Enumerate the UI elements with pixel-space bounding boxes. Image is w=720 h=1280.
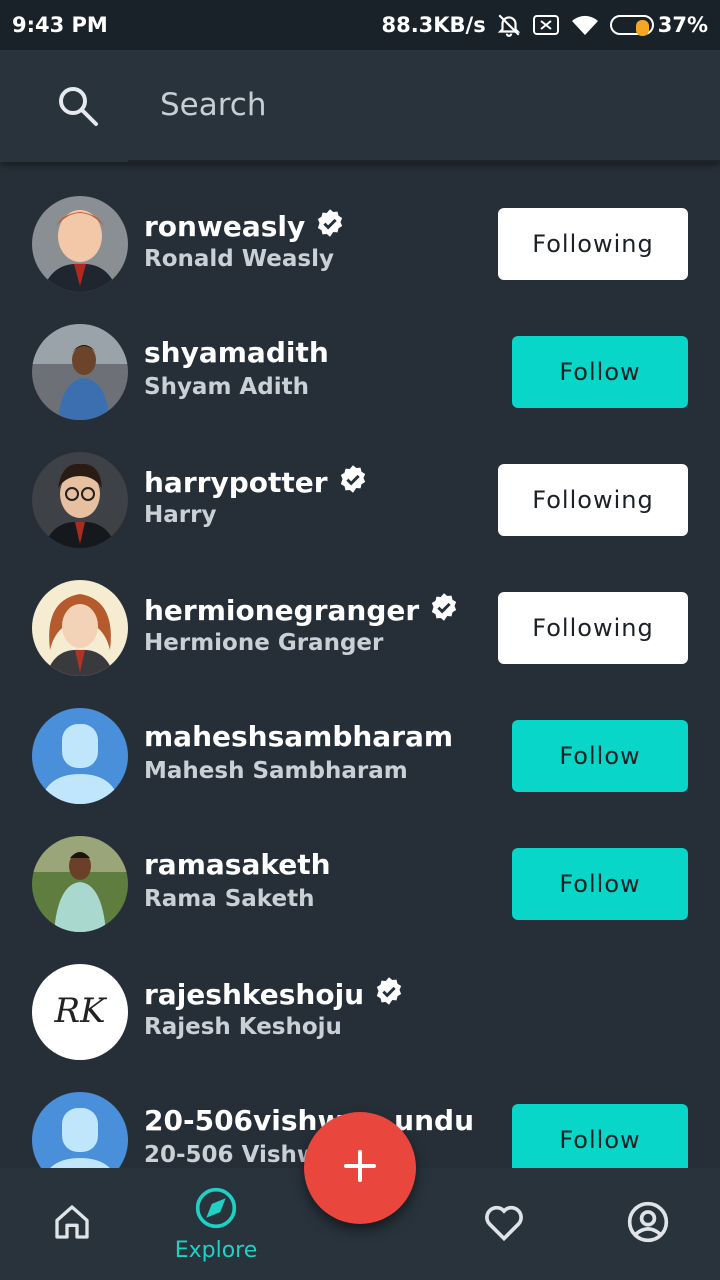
search-input[interactable]	[128, 50, 720, 162]
verified-badge-icon	[429, 592, 459, 629]
svg-text:RK: RK	[54, 991, 109, 1031]
follow-button[interactable]: Follow	[512, 848, 688, 920]
full-name: Harry	[144, 502, 217, 528]
list-item[interactable]: shyamadith Shyam Adith Follow	[0, 292, 720, 420]
list-item[interactable]: maheshsambharam Mahesh Sambharam Follow	[0, 676, 720, 804]
list-item[interactable]: RK rajeshkeshoju Rajesh Keshoju	[0, 932, 720, 1060]
list-item[interactable]: ronweasly Ronald Weasly Following	[0, 164, 720, 292]
nav-explore-label: Explore	[174, 1237, 258, 1263]
logo-avatar[interactable]: RK	[32, 964, 128, 1060]
compass-icon	[194, 1186, 238, 1234]
list-item[interactable]: ramasaketh Rama Saketh Follow	[0, 804, 720, 932]
username: 20-506vishwa...undu	[144, 1104, 474, 1137]
nav-home[interactable]	[0, 1168, 144, 1280]
status-icons: 88.3KB/s 37%	[381, 12, 708, 38]
username: ramasaketh	[144, 848, 331, 881]
username: rajeshkeshoju	[144, 976, 404, 1013]
following-button[interactable]: Following	[498, 208, 688, 280]
verified-badge-icon	[338, 464, 368, 501]
username: hermionegranger	[144, 592, 459, 629]
avatar[interactable]	[32, 324, 128, 420]
list-item[interactable]: harrypotter Harry Following	[0, 420, 720, 548]
bell-muted-icon	[496, 12, 522, 38]
default-avatar-icon[interactable]	[32, 1092, 128, 1168]
follow-button[interactable]: Follow	[512, 336, 688, 408]
default-avatar-icon[interactable]	[32, 708, 128, 804]
avatar[interactable]	[32, 452, 128, 548]
avatar[interactable]	[32, 836, 128, 932]
nav-profile[interactable]	[576, 1168, 720, 1280]
nav-explore[interactable]: Explore	[144, 1168, 288, 1280]
following-button[interactable]: Following	[498, 592, 688, 664]
full-name: Shyam Adith	[144, 374, 309, 400]
add-button[interactable]	[304, 1112, 416, 1224]
full-name: Mahesh Sambharam	[144, 758, 408, 784]
plus-icon	[342, 1148, 378, 1188]
following-button[interactable]: Following	[498, 464, 688, 536]
full-name: Hermione Granger	[144, 630, 384, 656]
battery-percent: 37%	[657, 13, 708, 37]
profile-icon	[626, 1200, 670, 1248]
full-name: Rama Saketh	[144, 886, 315, 912]
home-icon	[52, 1202, 92, 1246]
no-sim-icon	[532, 13, 560, 37]
username: maheshsambharam	[144, 720, 454, 753]
full-name: Rajesh Keshoju	[144, 1014, 342, 1040]
battery-icon: 37%	[609, 13, 708, 37]
avatar[interactable]	[32, 580, 128, 676]
username: ronweasly	[144, 208, 345, 245]
verified-badge-icon	[374, 976, 404, 1013]
heart-icon	[482, 1200, 526, 1248]
search-bar	[0, 50, 720, 162]
status-bar: 9:43 PM 88.3KB/s 37%	[0, 0, 720, 50]
user-list: ronweasly Ronald Weasly Following shyama…	[0, 164, 720, 1168]
verified-badge-icon	[315, 208, 345, 245]
network-speed: 88.3KB/s	[381, 13, 486, 37]
wifi-icon	[570, 13, 600, 37]
list-item[interactable]: hermionegranger Hermione Granger Followi…	[0, 548, 720, 676]
nav-likes[interactable]	[432, 1168, 576, 1280]
avatar[interactable]	[32, 196, 128, 292]
status-time: 9:43 PM	[12, 13, 108, 37]
username: harrypotter	[144, 464, 368, 501]
follow-button[interactable]: Follow	[512, 720, 688, 792]
search-icon[interactable]	[56, 84, 100, 132]
username: shyamadith	[144, 336, 329, 369]
follow-button[interactable]: Follow	[512, 1104, 688, 1168]
full-name: Ronald Weasly	[144, 246, 334, 272]
